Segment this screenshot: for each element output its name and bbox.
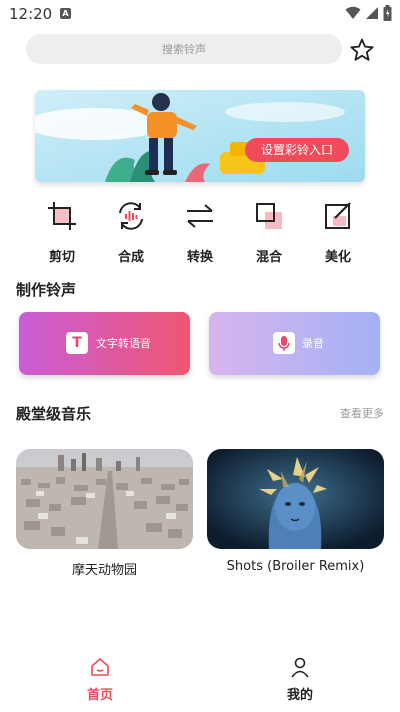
status-time: 12:20 — [9, 5, 53, 23]
nav-label: 我的 — [286, 688, 313, 703]
home-icon — [91, 658, 109, 676]
status-bar: 12:20 A — [0, 0, 400, 28]
make-section-title: 制作铃声 — [16, 281, 77, 299]
wifi-icon — [345, 6, 361, 19]
tool-convert[interactable]: 转换 — [172, 196, 228, 266]
tool-beautify[interactable]: 美化 — [310, 196, 366, 266]
tool-label: 合成 — [117, 250, 144, 265]
promo-banner[interactable]: 设置彩铃入口 — [35, 90, 365, 182]
battery-icon — [383, 5, 392, 21]
music-section-title: 殿堂级音乐 — [16, 405, 92, 423]
status-icons — [345, 5, 392, 21]
search-placeholder: 搜索铃声 — [162, 43, 206, 56]
crop-icon — [48, 202, 76, 230]
record-card[interactable]: 录音 — [209, 312, 380, 375]
music-title: 摩天动物园 — [71, 563, 137, 578]
mix-icon — [256, 203, 282, 229]
tool-merge[interactable]: 合成 — [103, 196, 159, 266]
edit-icon — [325, 202, 351, 229]
star-icon[interactable] — [349, 37, 375, 63]
signal-icon — [366, 7, 378, 19]
banner-illustration — [35, 90, 365, 182]
album-cover-image — [207, 449, 384, 549]
set-ringtone-button[interactable]: 设置彩铃入口 — [245, 138, 349, 162]
tool-label: 美化 — [324, 250, 351, 265]
tool-label: 转换 — [186, 250, 213, 265]
notification-badge: A — [60, 8, 71, 19]
tool-label: 混合 — [255, 250, 282, 265]
card-label: 文字转语音 — [96, 337, 151, 350]
search-bar[interactable]: 搜索铃声 — [26, 34, 342, 64]
bottom-nav: 首页 我的 — [0, 650, 400, 712]
music-title: Shots (Broiler Remix) — [226, 559, 365, 574]
see-more-link[interactable]: 查看更多 — [340, 405, 384, 421]
microphone-icon — [273, 332, 295, 354]
tool-mix[interactable]: 混合 — [241, 196, 297, 266]
user-icon — [291, 657, 309, 678]
text-icon: T — [66, 332, 88, 354]
nav-home[interactable]: 首页 — [60, 656, 140, 706]
nav-profile[interactable]: 我的 — [260, 656, 340, 706]
tool-bar: 剪切 合成 转换 混合 美化 — [26, 196, 376, 266]
card-label: 录音 — [302, 337, 324, 350]
city-cover-image — [16, 449, 193, 549]
nav-label: 首页 — [86, 688, 113, 703]
tool-label: 剪切 — [48, 250, 75, 265]
merge-audio-icon — [119, 202, 143, 230]
music-card-shots[interactable] — [207, 449, 384, 549]
text-to-speech-card[interactable]: T 文字转语音 — [19, 312, 190, 375]
convert-icon — [187, 204, 213, 228]
tool-crop[interactable]: 剪切 — [34, 196, 90, 266]
music-card-city[interactable] — [16, 449, 193, 549]
